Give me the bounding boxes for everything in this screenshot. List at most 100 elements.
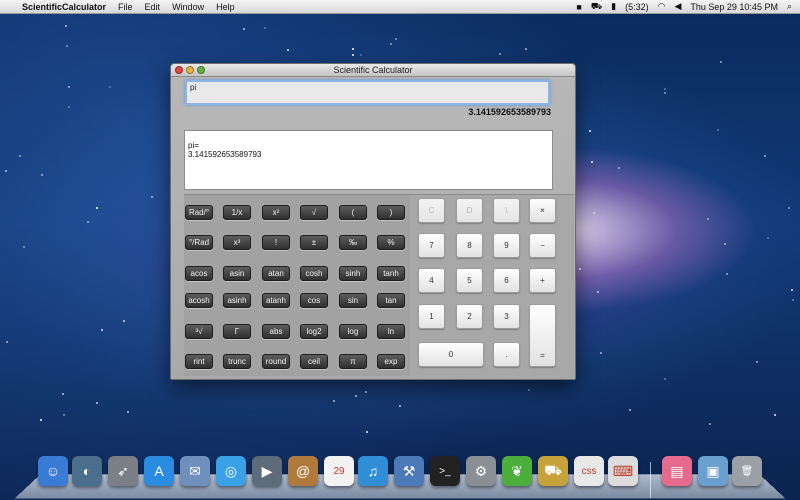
function-key[interactable]: round bbox=[262, 354, 290, 369]
trash-icon[interactable]: 🗑 bbox=[732, 456, 762, 486]
function-key[interactable]: ceil bbox=[300, 354, 328, 369]
wifi-icon[interactable]: ◠ bbox=[658, 1, 666, 12]
function-key[interactable]: 1/x bbox=[223, 205, 251, 220]
clock[interactable]: Thu Sep 29 10:45 PM bbox=[690, 2, 778, 12]
menu-window[interactable]: Window bbox=[172, 2, 204, 12]
css-editor-icon[interactable]: css bbox=[574, 456, 604, 486]
star bbox=[774, 414, 776, 416]
zoom-button[interactable] bbox=[197, 66, 205, 74]
function-key[interactable]: acosh bbox=[185, 293, 213, 308]
finder-icon[interactable]: ☺ bbox=[38, 456, 68, 486]
number-key[interactable]: 6 bbox=[493, 268, 520, 293]
expression-input[interactable]: pi bbox=[185, 80, 550, 105]
function-key[interactable]: tan bbox=[377, 293, 405, 308]
number-key[interactable]: 2 bbox=[456, 304, 483, 329]
xcode-icon[interactable]: ⚒ bbox=[394, 456, 424, 486]
menu-file[interactable]: File bbox=[118, 2, 133, 12]
star bbox=[724, 243, 726, 245]
function-key[interactable]: log2 bbox=[300, 324, 328, 339]
dashboard-icon[interactable]: ◐ bbox=[72, 456, 102, 486]
function-key[interactable]: π bbox=[339, 354, 367, 369]
history-panel[interactable]: pi= 3.141592653589793 bbox=[184, 130, 553, 190]
menu-help[interactable]: Help bbox=[216, 2, 235, 12]
function-key[interactable]: cos bbox=[300, 293, 328, 308]
number-key[interactable]: × bbox=[529, 198, 556, 223]
screen-sharing-icon[interactable]: ▣ bbox=[698, 456, 728, 486]
function-key[interactable]: % bbox=[377, 235, 405, 250]
minimize-button[interactable] bbox=[186, 66, 194, 74]
function-key[interactable]: ln bbox=[377, 324, 405, 339]
number-key[interactable]: . bbox=[493, 342, 520, 367]
transmit-icon[interactable]: ⛟ bbox=[538, 456, 568, 486]
number-key[interactable]: 0 bbox=[418, 342, 484, 367]
function-key[interactable]: cosh bbox=[300, 266, 328, 281]
number-key[interactable]: 4 bbox=[418, 268, 445, 293]
function-key[interactable]: rint bbox=[185, 354, 213, 369]
window-titlebar[interactable]: Scientific Calculator bbox=[171, 64, 575, 77]
facetime-icon[interactable]: ▶ bbox=[252, 456, 282, 486]
camera-icon[interactable]: ■ bbox=[576, 2, 581, 12]
dock-icon-glyph: A bbox=[154, 463, 164, 479]
search-icon[interactable]: ⌕ bbox=[787, 1, 792, 12]
number-key[interactable]: 5 bbox=[456, 268, 483, 293]
mail-icon[interactable]: ✉ bbox=[180, 456, 210, 486]
function-key[interactable]: Γ bbox=[223, 324, 251, 339]
number-key[interactable]: − bbox=[529, 233, 556, 258]
function-key[interactable]: ) bbox=[377, 205, 405, 220]
function-key[interactable]: acos bbox=[185, 266, 213, 281]
function-key[interactable]: ‰ bbox=[339, 235, 367, 250]
number-key[interactable]: + bbox=[529, 268, 556, 293]
number-key[interactable]: 1 bbox=[418, 304, 445, 329]
number-key[interactable]: 8 bbox=[456, 233, 483, 258]
battery-icon[interactable]: ▮ bbox=[611, 1, 616, 12]
function-key[interactable]: ± bbox=[300, 235, 328, 250]
terminal-icon[interactable]: >_ bbox=[430, 456, 460, 486]
function-key[interactable]: log bbox=[339, 324, 367, 339]
number-key[interactable]: C bbox=[418, 198, 445, 223]
function-key[interactable]: x³ bbox=[223, 235, 251, 250]
function-key[interactable]: sinh bbox=[339, 266, 367, 281]
downloads-folder-icon[interactable]: ▤ bbox=[662, 456, 692, 486]
speaker-icon[interactable]: ◀ bbox=[674, 1, 681, 12]
app-store-icon[interactable]: A bbox=[144, 456, 174, 486]
battery-time[interactable]: (5:32) bbox=[625, 2, 649, 12]
function-key[interactable]: ( bbox=[339, 205, 367, 220]
truck-icon[interactable]: ⛟ bbox=[591, 1, 602, 13]
menu-edit[interactable]: Edit bbox=[145, 2, 161, 12]
function-key[interactable]: trunc bbox=[223, 354, 251, 369]
address-book-icon[interactable]: @ bbox=[288, 456, 318, 486]
function-key[interactable]: atan bbox=[262, 266, 290, 281]
menu-app-name[interactable]: ScientificCalculator bbox=[22, 2, 106, 12]
function-key[interactable]: ³√ bbox=[185, 324, 213, 339]
number-key[interactable]: \ bbox=[493, 198, 520, 223]
number-key[interactable]: 7 bbox=[418, 233, 445, 258]
function-key[interactable]: tanh bbox=[377, 266, 405, 281]
function-key[interactable]: ! bbox=[262, 235, 290, 250]
function-key[interactable]: atanh bbox=[262, 293, 290, 308]
star bbox=[287, 49, 289, 51]
calendar-icon[interactable]: 29 bbox=[324, 456, 354, 486]
number-key[interactable]: 3 bbox=[493, 304, 520, 329]
launchpad-icon[interactable]: ➶ bbox=[108, 456, 138, 486]
function-key[interactable]: exp bbox=[377, 354, 405, 369]
equals-key[interactable]: = bbox=[529, 304, 556, 367]
number-key[interactable]: D bbox=[456, 198, 483, 223]
number-key[interactable]: 9 bbox=[493, 233, 520, 258]
function-key[interactable]: sin bbox=[339, 293, 367, 308]
close-button[interactable] bbox=[175, 66, 183, 74]
function-key[interactable]: °/Rad bbox=[185, 235, 213, 250]
function-key[interactable]: abs bbox=[262, 324, 290, 339]
star bbox=[109, 86, 111, 88]
safari-icon[interactable]: ◎ bbox=[216, 456, 246, 486]
function-key[interactable]: x² bbox=[262, 205, 290, 220]
system-preferences-icon[interactable]: ⚙ bbox=[466, 456, 496, 486]
function-key[interactable]: √ bbox=[300, 205, 328, 220]
function-key[interactable]: asinh bbox=[223, 293, 251, 308]
leaf-icon[interactable]: ❦ bbox=[502, 456, 532, 486]
function-key[interactable]: asin bbox=[223, 266, 251, 281]
dock-icon-glyph: ➶ bbox=[117, 462, 129, 479]
dock-icon-glyph: >_ bbox=[439, 465, 451, 477]
function-key[interactable]: Rad/° bbox=[185, 205, 213, 220]
keyboard-icon[interactable]: ⌨ bbox=[608, 456, 638, 486]
itunes-icon[interactable]: ♫ bbox=[358, 456, 388, 486]
